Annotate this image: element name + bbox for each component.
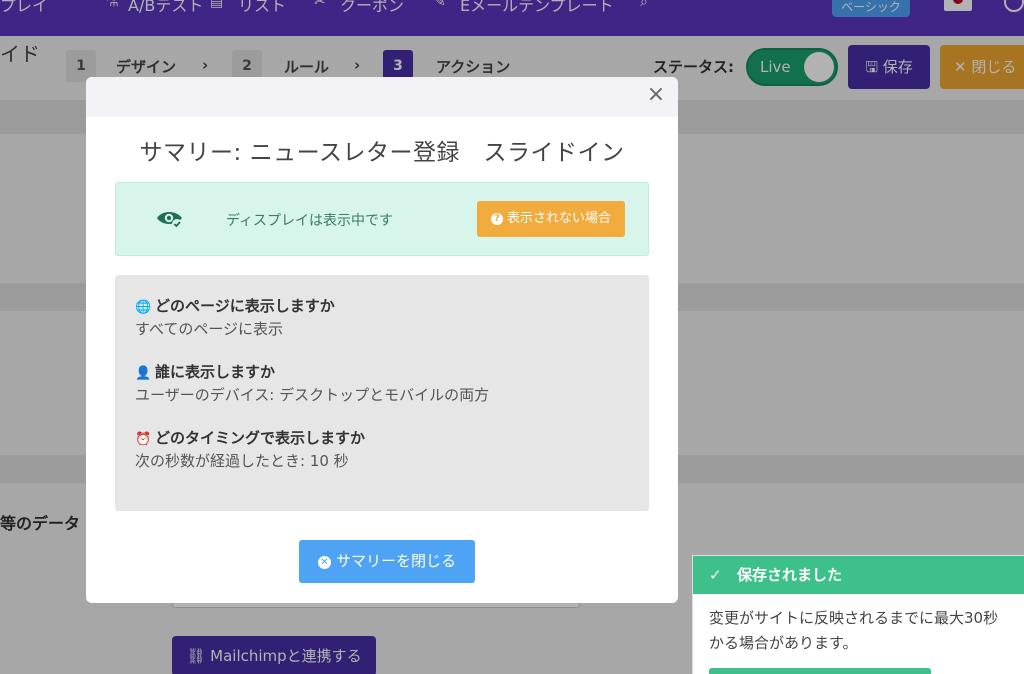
check-icon: ✓	[709, 566, 722, 584]
toast-message-line-2: かる場合があります。	[709, 634, 858, 652]
where-heading: 🌐 どのページに表示しますか	[135, 295, 335, 316]
close-summary-label: サマリーを閉じる	[335, 552, 456, 570]
modal-header: ×	[86, 77, 678, 117]
who-heading-text: 誰に表示しますか	[155, 363, 276, 381]
where-heading-text: どのページに表示しますか	[155, 297, 335, 315]
alarm-clock-icon: ⏰	[135, 432, 152, 447]
saved-toast: ✓ 保存されました 変更がサイトに反映されるまでに最大30秒 かる場合があります。	[692, 555, 1024, 674]
toast-message-line-1: 変更がサイトに反映されるまでに最大30秒	[709, 609, 999, 627]
when-heading: ⏰ どのタイミングで表示しますか	[135, 427, 365, 448]
who-heading: 👤 誰に表示しますか	[135, 361, 275, 382]
toast-message: 変更がサイトに反映されるまでに最大30秒 かる場合があります。	[709, 606, 1024, 656]
toast-header: ✓ 保存されました	[693, 556, 1024, 594]
who-value: ユーザーのデバイス: デスクトップとモバイルの両方	[135, 386, 490, 404]
question-circle-icon: ?	[490, 213, 503, 225]
modal-title: サマリー: ニュースレター登録 スライドイン	[139, 140, 625, 166]
not-shown-help-button[interactable]: ? 表示されない場合	[477, 201, 625, 237]
modal-close-icon[interactable]: ×	[644, 83, 668, 107]
summary-details: 🌐 どのページに表示しますか すべてのページに表示 👤 誰に表示しますか ユーザーの…	[115, 275, 649, 511]
display-status-text: ディスプレイは表示中です	[226, 213, 394, 229]
not-shown-label: 表示されない場合	[506, 211, 611, 226]
close-summary-button[interactable]: ✕ サマリーを閉じる	[299, 540, 475, 583]
eye-check-icon	[157, 212, 182, 229]
globe-icon: 🌐	[135, 300, 152, 315]
display-status-box: ディスプレイは表示中です ? 表示されない場合	[115, 182, 649, 256]
user-icon: 👤	[135, 366, 152, 381]
toast-title: 保存されました	[737, 566, 843, 584]
where-value: すべてのページに表示	[135, 320, 284, 338]
close-circle-icon: ✕	[317, 556, 331, 569]
toast-action-button[interactable]	[709, 668, 931, 674]
when-value: 次の秒数が経過したとき: 10 秒	[135, 452, 349, 470]
when-heading-text: どのタイミングで表示しますか	[155, 429, 366, 447]
summary-modal: × サマリー: ニュースレター登録 スライドイン ディスプレイは表示中です ? 表…	[86, 77, 678, 603]
